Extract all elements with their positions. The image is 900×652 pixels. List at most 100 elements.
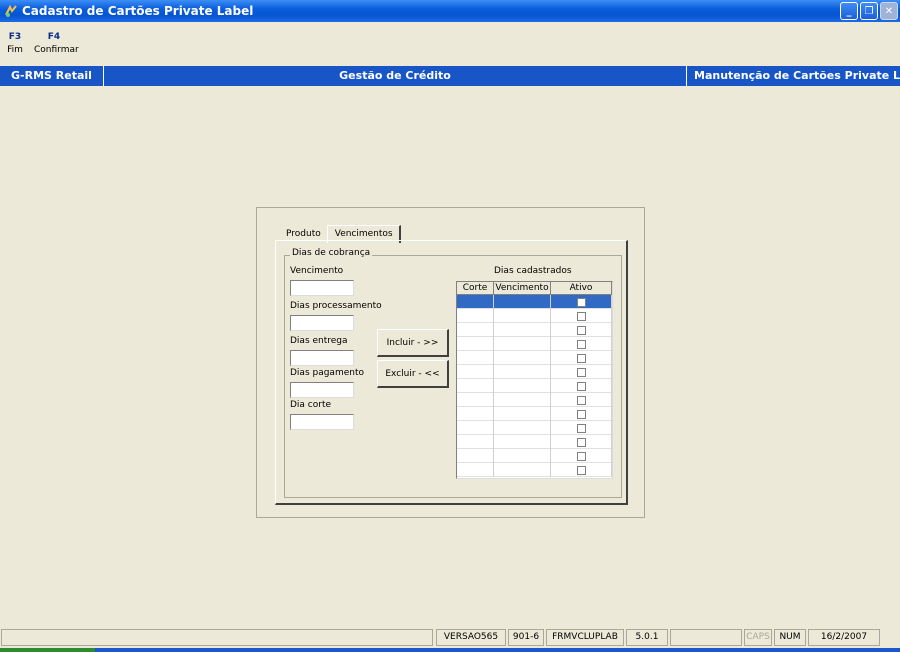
grid-title: Dias cadastrados xyxy=(494,266,572,276)
cell-vencimento[interactable] xyxy=(494,365,551,379)
status-form: FRMVCLUPLAB xyxy=(546,629,624,646)
cell-vencimento[interactable] xyxy=(494,379,551,393)
ativo-checkbox[interactable] xyxy=(576,353,586,363)
ativo-checkbox[interactable] xyxy=(576,423,586,433)
cell-corte[interactable] xyxy=(457,379,494,393)
column-header-ativo[interactable]: Ativo xyxy=(551,282,612,294)
cell-corte[interactable] xyxy=(457,337,494,351)
incluir-button[interactable]: Incluir - >> xyxy=(377,329,449,357)
restore-button[interactable]: ❐ xyxy=(860,2,878,20)
cell-corte[interactable] xyxy=(457,407,494,421)
app-icon xyxy=(5,4,17,17)
f3-fim-button[interactable]: F3 Fim xyxy=(0,22,30,66)
f4-confirmar-button[interactable]: F4 Confirmar xyxy=(34,22,79,66)
cell-vencimento[interactable] xyxy=(494,463,551,477)
cell-ativo xyxy=(551,379,612,393)
cell-ativo xyxy=(551,365,612,379)
cell-corte[interactable] xyxy=(457,393,494,407)
vencimento-input[interactable] xyxy=(290,280,354,296)
table-row[interactable] xyxy=(457,421,612,435)
cell-corte[interactable] xyxy=(457,435,494,449)
fkey-label: F3 xyxy=(8,32,22,42)
ativo-checkbox[interactable] xyxy=(576,297,586,307)
cell-corte[interactable] xyxy=(457,295,494,309)
cell-vencimento[interactable] xyxy=(494,407,551,421)
window-title: Cadastro de Cartões Private Label xyxy=(22,4,254,18)
cell-vencimento[interactable] xyxy=(494,393,551,407)
screen-name: Manutenção de Cartões Private Label xyxy=(686,66,900,86)
taskbar-edge xyxy=(0,648,900,652)
title-bar: Cadastro de Cartões Private Label _ ❐ ✕ xyxy=(0,0,900,22)
grid-header: Corte Vencimento Ativo xyxy=(457,282,612,295)
cell-ativo xyxy=(551,393,612,407)
status-num: NUM xyxy=(774,629,806,646)
status-code: 901-6 xyxy=(508,629,544,646)
cell-ativo xyxy=(551,421,612,435)
app-name: G-RMS Retail xyxy=(0,66,104,86)
ativo-checkbox[interactable] xyxy=(576,409,586,419)
cell-vencimento[interactable] xyxy=(494,295,551,309)
cell-vencimento[interactable] xyxy=(494,449,551,463)
ativo-checkbox[interactable] xyxy=(576,367,586,377)
group-title: Dias de cobrança xyxy=(290,248,373,258)
dias-processamento-label: Dias processamento xyxy=(290,301,382,311)
fkey-caption: Confirmar xyxy=(34,45,79,55)
grid-body xyxy=(457,295,612,477)
status-message xyxy=(1,629,433,646)
ativo-checkbox[interactable] xyxy=(576,437,586,447)
cell-corte[interactable] xyxy=(457,351,494,365)
cell-corte[interactable] xyxy=(457,309,494,323)
cell-vencimento[interactable] xyxy=(494,337,551,351)
table-row[interactable] xyxy=(457,407,612,421)
close-button[interactable]: ✕ xyxy=(880,2,898,20)
dia-corte-input[interactable] xyxy=(290,414,354,430)
cell-vencimento[interactable] xyxy=(494,309,551,323)
ativo-checkbox[interactable] xyxy=(576,381,586,391)
ativo-checkbox[interactable] xyxy=(576,325,586,335)
cell-corte[interactable] xyxy=(457,323,494,337)
ativo-checkbox[interactable] xyxy=(576,339,586,349)
table-row[interactable] xyxy=(457,393,612,407)
dias-cadastrados-grid[interactable]: Corte Vencimento Ativo xyxy=(456,281,613,479)
table-row[interactable] xyxy=(457,337,612,351)
cell-ativo xyxy=(551,449,612,463)
cell-corte[interactable] xyxy=(457,449,494,463)
table-row[interactable] xyxy=(457,435,612,449)
dias-pagamento-label: Dias pagamento xyxy=(290,368,364,378)
cell-ativo xyxy=(551,435,612,449)
table-row[interactable] xyxy=(457,323,612,337)
ativo-checkbox[interactable] xyxy=(576,465,586,475)
table-row[interactable] xyxy=(457,351,612,365)
module-name: Gestão de Crédito xyxy=(339,69,451,82)
cell-corte[interactable] xyxy=(457,463,494,477)
fkey-caption: Fim xyxy=(7,45,23,55)
cell-corte[interactable] xyxy=(457,421,494,435)
table-row[interactable] xyxy=(457,379,612,393)
table-row[interactable] xyxy=(457,309,612,323)
cell-ativo xyxy=(551,351,612,365)
cell-corte[interactable] xyxy=(457,365,494,379)
table-row[interactable] xyxy=(457,295,612,309)
dias-processamento-input[interactable] xyxy=(290,315,354,331)
dia-corte-label: Dia corte xyxy=(290,400,332,410)
excluir-button[interactable]: Excluir - << xyxy=(377,360,449,388)
window-controls: _ ❐ ✕ xyxy=(840,2,898,20)
dias-entrega-input[interactable] xyxy=(290,350,354,366)
ativo-checkbox[interactable] xyxy=(576,395,586,405)
ativo-checkbox[interactable] xyxy=(576,451,586,461)
table-row[interactable] xyxy=(457,463,612,477)
cell-vencimento[interactable] xyxy=(494,435,551,449)
cell-vencimento[interactable] xyxy=(494,323,551,337)
dias-pagamento-input[interactable] xyxy=(290,382,354,398)
ativo-checkbox[interactable] xyxy=(576,311,586,321)
cell-vencimento[interactable] xyxy=(494,421,551,435)
status-caps: CAPS xyxy=(744,629,772,646)
cell-ativo xyxy=(551,309,612,323)
minimize-button[interactable]: _ xyxy=(840,2,858,20)
cell-vencimento[interactable] xyxy=(494,351,551,365)
table-row[interactable] xyxy=(457,365,612,379)
table-row[interactable] xyxy=(457,449,612,463)
column-header-vencimento[interactable]: Vencimento xyxy=(494,282,551,294)
column-header-corte[interactable]: Corte xyxy=(457,282,494,294)
function-key-toolbar: F3 Fim F4 Confirmar xyxy=(0,22,900,66)
